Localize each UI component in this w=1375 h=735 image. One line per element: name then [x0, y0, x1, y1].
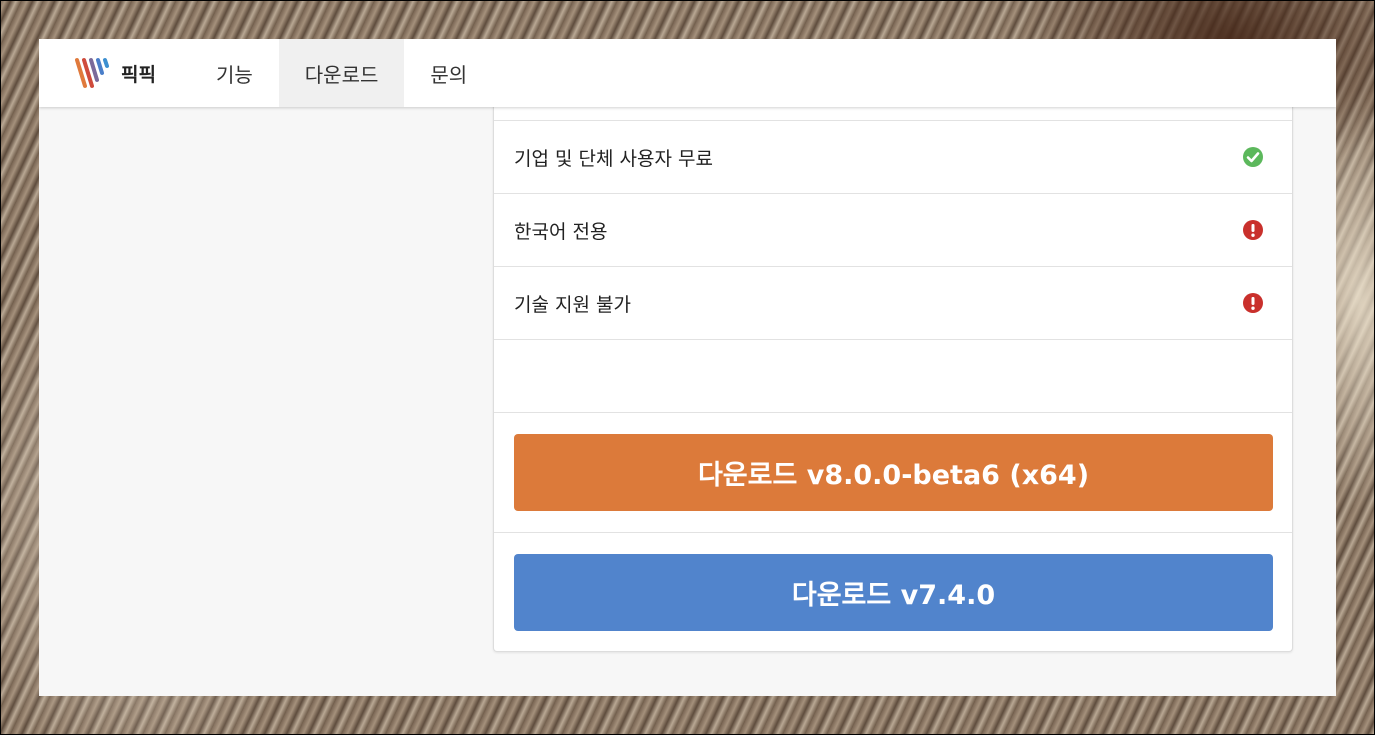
page-container: 픽픽 기능 다운로드 문의 기업 및 단체 사용자 무료 한국어 전용 기술 지… [39, 39, 1336, 696]
feature-label: 기업 및 단체 사용자 무료 [514, 147, 713, 170]
check-icon [1243, 147, 1263, 167]
feature-row-free-for-business: 기업 및 단체 사용자 무료 [494, 120, 1292, 193]
brand-link[interactable]: 픽픽 [39, 39, 190, 107]
nav-item-contact[interactable]: 문의 [404, 39, 493, 107]
warning-icon [1243, 293, 1263, 313]
nav-item-download[interactable]: 다운로드 [278, 39, 405, 107]
warning-icon [1243, 220, 1263, 240]
feature-label: 한국어 전용 [514, 220, 608, 243]
feature-row-no-tech-support: 기술 지원 불가 [494, 266, 1292, 339]
feature-label: 기술 지원 불가 [514, 293, 631, 316]
feature-row-empty [494, 339, 1292, 412]
download-stable-button[interactable]: 다운로드 v7.4.0 [514, 554, 1273, 631]
download-beta-row: 다운로드 v8.0.0-beta6 (x64) [494, 412, 1292, 532]
top-navbar: 픽픽 기능 다운로드 문의 [39, 39, 1336, 107]
download-beta-button[interactable]: 다운로드 v8.0.0-beta6 (x64) [514, 434, 1273, 511]
feature-row-korean-only: 한국어 전용 [494, 193, 1292, 266]
download-stable-row: 다운로드 v7.4.0 [494, 532, 1292, 652]
download-plan-card: 기업 및 단체 사용자 무료 한국어 전용 기술 지원 불가 다운로드 v8.0… [493, 79, 1293, 652]
nav-item-features[interactable]: 기능 [190, 39, 279, 107]
brand-name: 픽픽 [121, 63, 156, 86]
picpick-logo-icon [75, 58, 109, 88]
